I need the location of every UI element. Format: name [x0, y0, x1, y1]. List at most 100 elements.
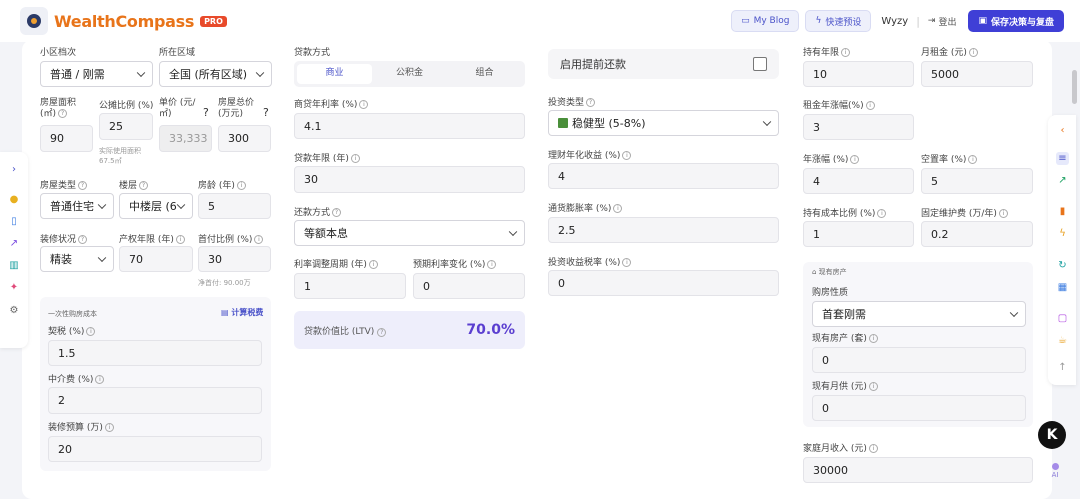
prepay-toggle-card[interactable]: 启用提前还款 — [548, 49, 779, 79]
quick-preset-button[interactable]: ϟ 快速预设 — [805, 10, 872, 32]
help-icon: i — [613, 204, 623, 213]
existing-monthly-label: 现有月供 (元) i — [812, 379, 878, 392]
property-years-label: 产权年限 (年) i — [119, 232, 185, 245]
trend-icon[interactable]: ↗ — [1056, 174, 1069, 187]
main-card: 小区档次 普通 / 刚需 所在区域 全国 (所有区域) 房屋面积 (㎡)? 90… — [22, 40, 1052, 499]
tab-commercial[interactable]: 商业 — [297, 64, 372, 84]
financial-yield-input[interactable]: 4 — [548, 163, 779, 189]
family-income-input[interactable]: 30000 — [803, 457, 1033, 483]
decoration-select[interactable]: 精装 — [40, 246, 114, 272]
existing-count-input[interactable]: 0 — [812, 347, 1026, 373]
renovation-budget-label: 装修预算 (万) i — [48, 420, 114, 433]
purchase-nature-label: 购房性质 — [812, 288, 849, 298]
house-type-select[interactable]: 普通住宅 — [40, 193, 114, 219]
maintenance-fee-input[interactable]: 0.2 — [921, 221, 1033, 247]
calendar-icon[interactable]: ▦ — [1056, 281, 1069, 294]
property-years-input[interactable]: 70 — [119, 246, 193, 272]
region-select[interactable]: 全国 (所有区域) — [159, 61, 272, 87]
logo-icon[interactable] — [20, 7, 48, 35]
loan-years-input[interactable]: 30 — [294, 166, 525, 193]
clipboard-icon[interactable]: ▯ — [8, 216, 20, 228]
repay-method-select[interactable]: 等额本息 — [294, 220, 525, 246]
one-time-cost-panel: 一次性购房成本 ▤ 计算税费 契税 (%) i 1.5 中介费 (%) i 2 装修… — [40, 297, 271, 471]
prepay-checkbox[interactable] — [753, 57, 767, 71]
help-icon: i — [622, 258, 632, 267]
invest-type-select[interactable]: 稳健型 (5-8%) — [548, 110, 779, 136]
existing-count-label: 现有房产 (套) i — [812, 331, 878, 344]
monthly-rent-input[interactable]: 5000 — [921, 61, 1033, 87]
bank-icon[interactable]: ▥ — [8, 260, 20, 272]
chart-icon — [558, 118, 568, 128]
floor-select[interactable]: 中楼层 (6 — [119, 193, 193, 219]
expand-icon[interactable]: › — [8, 164, 20, 176]
agent-fee-label: 中介费 (%) i — [48, 372, 105, 385]
help-icon: i — [350, 154, 360, 163]
total-price-input[interactable]: 300 — [218, 125, 271, 152]
puzzle-icon[interactable]: ✦ — [8, 282, 20, 294]
lightning-icon[interactable]: ϟ — [1056, 227, 1069, 240]
message-icon[interactable]: ▢ — [1056, 312, 1069, 325]
k-assistant-button[interactable]: K — [1038, 421, 1066, 449]
holding-cost-ratio-input[interactable]: 1 — [803, 221, 914, 247]
chevron-left-icon[interactable]: ‹ — [1056, 124, 1069, 137]
help-icon: i — [841, 48, 851, 57]
share-ratio-input[interactable]: 25 — [99, 113, 153, 140]
deed-tax-input[interactable]: 1.5 — [48, 340, 262, 366]
house-age-input[interactable]: 5 — [198, 193, 271, 219]
logout-label: 登出 — [938, 17, 957, 28]
usable-area-value: 67.5㎡ — [99, 157, 122, 165]
rent-growth-input[interactable]: 3 — [803, 114, 914, 140]
vacancy-input[interactable]: 5 — [921, 168, 1033, 194]
settings-icon[interactable]: ⚙ — [8, 305, 20, 317]
logout-button[interactable]: ⇥ 登出 — [928, 15, 957, 28]
down-payment-input[interactable]: 30 — [198, 246, 271, 272]
arrow-up-icon[interactable]: ↑ — [1056, 361, 1069, 374]
help-icon: i — [254, 235, 264, 244]
ltv-value: 70.0% — [466, 322, 515, 338]
community-level-value: 普通 / 刚需 — [50, 68, 105, 81]
area-input[interactable]: 90 — [40, 125, 93, 152]
trend-icon[interactable]: ↗ — [8, 238, 20, 250]
ltv-card: 贷款价值比 (LTV)? 70.0% — [294, 311, 525, 349]
rent-growth-label: 租金年涨幅(%) i — [803, 98, 875, 111]
coffee-icon[interactable]: ☕ — [1056, 334, 1069, 347]
right-toolbar: ‹ ≡ ↗ ▮ ϟ ↻ ▦ ▢ ☕ ↑ — [1048, 115, 1076, 385]
agent-fee-input[interactable]: 2 — [48, 387, 262, 414]
existing-monthly-input[interactable]: 0 — [812, 395, 1026, 421]
purchase-nature-select[interactable]: 首套刚需 — [812, 301, 1026, 327]
help-icon: i — [487, 260, 497, 269]
scrollbar-thumb[interactable] — [1072, 70, 1077, 104]
invest-tax-input[interactable]: 0 — [548, 270, 779, 296]
financial-yield-label: 理财年化收益 (%) i — [548, 148, 632, 161]
appreciation-input[interactable]: 4 — [803, 168, 914, 194]
refresh-icon[interactable]: ↻ — [1056, 259, 1069, 272]
holding-years-input[interactable]: 10 — [803, 61, 914, 87]
loan-years-label: 贷款年限 (年) i — [294, 151, 360, 164]
help-icon: ? — [586, 98, 596, 107]
list-icon[interactable]: ≡ — [1056, 152, 1069, 165]
help-icon: i — [877, 209, 887, 218]
expected-rate-change-input[interactable]: 0 — [413, 273, 525, 299]
tab-provident-fund[interactable]: 公积金 — [372, 64, 447, 84]
rate-adjust-cycle-input[interactable]: 1 — [294, 273, 406, 299]
my-blog-button[interactable]: ▭ My Blog — [731, 10, 800, 32]
calc-tax-button[interactable]: ▤ 计算税费 — [221, 307, 263, 318]
ai-button[interactable]: AI — [1048, 463, 1062, 479]
inflation-input[interactable]: 2.5 — [548, 217, 779, 243]
help-icon: i — [968, 155, 978, 164]
help-icon[interactable]: ? — [203, 106, 209, 119]
community-level-select[interactable]: 普通 / 刚需 — [40, 61, 153, 87]
brand-name[interactable]: WealthCompass — [54, 12, 194, 31]
community-level-label: 小区档次 — [40, 48, 77, 58]
save-decision-button[interactable]: ▣ 保存决策与复盘 — [968, 10, 1064, 32]
help-icon[interactable]: ? — [263, 106, 269, 119]
repay-method-label: 还款方式? — [294, 205, 342, 218]
help-icon: ? — [139, 181, 149, 190]
bar-chart-icon[interactable]: ▮ — [1056, 205, 1069, 218]
tab-combined[interactable]: 组合 — [447, 64, 522, 84]
total-price-label: 房屋总价 (万元) — [218, 98, 255, 119]
help-icon: i — [359, 100, 369, 109]
renovation-budget-input[interactable]: 20 — [48, 436, 262, 462]
lightbulb-icon[interactable]: ● — [8, 194, 20, 206]
commercial-rate-input[interactable]: 4.1 — [294, 113, 525, 139]
